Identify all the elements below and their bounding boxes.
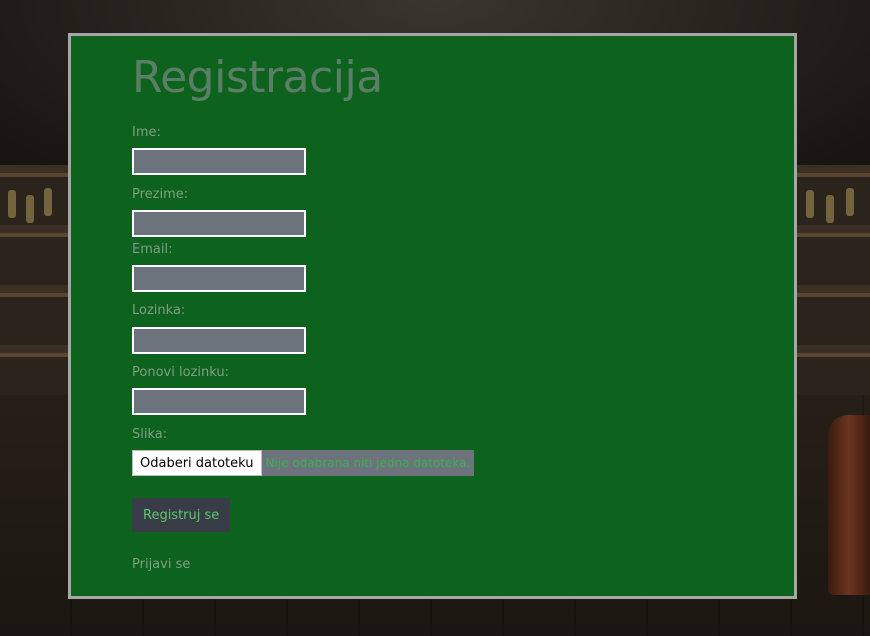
choose-file-button[interactable]: Odaberi datoteku: [132, 450, 262, 476]
registration-panel: Registracija Ime: Prezime: Email: Lozink…: [68, 33, 797, 599]
confirm-password-label: Ponovi lozinku:: [132, 365, 229, 380]
password-field[interactable]: [132, 327, 306, 354]
confirm-password-field[interactable]: [132, 388, 306, 415]
background-jar: [826, 195, 834, 223]
background-chair: [828, 415, 870, 595]
email-field[interactable]: [132, 265, 306, 292]
background-jar: [846, 188, 854, 216]
page-title: Registracija: [132, 52, 383, 103]
email-label: Email:: [132, 242, 173, 257]
first-name-field[interactable]: [132, 148, 306, 175]
last-name-label: Prezime:: [132, 187, 189, 202]
background-jar: [8, 190, 16, 218]
last-name-field[interactable]: [132, 210, 306, 237]
login-link[interactable]: Prijavi se: [132, 557, 190, 572]
background-jar: [26, 195, 34, 223]
file-status-text: Nije odabrana niti jedna datoteka.: [261, 450, 475, 476]
register-button[interactable]: Registruj se: [132, 498, 231, 532]
password-label: Lozinka:: [132, 303, 186, 318]
background-jar: [806, 190, 814, 218]
image-label: Slika:: [132, 427, 168, 442]
first-name-label: Ime:: [132, 125, 161, 140]
background-jar: [44, 188, 52, 216]
image-file-input: Odaberi datoteku Nije odabrana niti jedn…: [132, 450, 475, 476]
